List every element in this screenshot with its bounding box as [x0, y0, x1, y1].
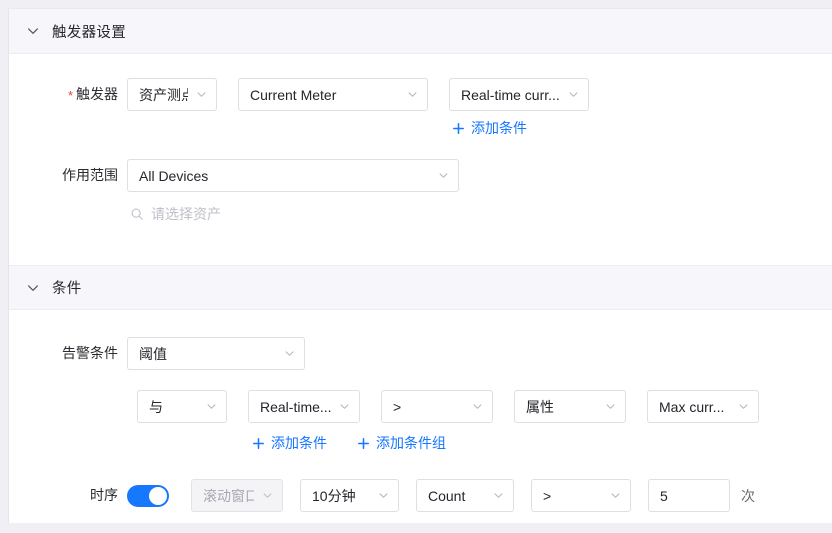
- condition-logic-select[interactable]: 与: [137, 390, 227, 423]
- section-title-condition: 条件: [52, 281, 82, 297]
- chevron-down-icon[interactable]: [26, 24, 40, 38]
- timing-window-size-select[interactable]: 10分钟: [300, 479, 399, 512]
- chevron-down-icon[interactable]: [26, 281, 40, 295]
- section-body-trigger: *触发器 资产测点 Current Meter Real-time curr..…: [9, 54, 832, 265]
- trigger-fields: 资产测点 Current Meter Real-time curr...: [127, 78, 589, 111]
- condition-metric-value: Real-time...: [260, 398, 331, 415]
- timing-toggle-knob: [149, 486, 167, 505]
- plus-icon: [358, 437, 369, 449]
- condition-add-group-label: 添加条件组: [376, 435, 446, 451]
- alarm-condition-fields: 阈值: [127, 337, 305, 370]
- alarm-condition-type-value: 阈值: [139, 345, 167, 362]
- alarm-condition-type-select[interactable]: 阈值: [127, 337, 305, 370]
- timing-threshold-input[interactable]: [648, 479, 730, 512]
- section-header-trigger[interactable]: 触发器设置: [9, 9, 832, 54]
- condition-operator-value: >: [393, 398, 402, 415]
- timing-fields: 滚动窗口 10分钟 Count > 5 次: [127, 479, 755, 512]
- timing-window-size-value: 10分钟: [312, 487, 356, 504]
- asset-search-placeholder: 请选择资产: [151, 206, 221, 222]
- trigger-add-condition-row: 添加条件: [9, 112, 832, 135]
- section-title-trigger: 触发器设置: [52, 24, 126, 41]
- chevron-down-icon: [285, 351, 294, 356]
- chevron-down-icon: [439, 173, 448, 178]
- condition-target-type-select[interactable]: 属性: [514, 390, 626, 423]
- chevron-down-icon: [197, 92, 206, 97]
- chevron-down-icon: [379, 493, 388, 498]
- section-header-condition[interactable]: 条件: [9, 265, 832, 310]
- chevron-down-icon: [494, 493, 503, 498]
- condition-add-condition-label: 添加条件: [271, 435, 327, 451]
- condition-metric-select[interactable]: Real-time...: [248, 390, 360, 423]
- trigger-metric-value: Real-time curr...: [461, 86, 560, 103]
- trigger-label-text: 触发器: [76, 86, 118, 102]
- required-asterisk: *: [67, 88, 73, 103]
- timing-window-type-value: 滚动窗口: [203, 487, 254, 504]
- chevron-down-icon: [207, 404, 216, 409]
- scope-label: 作用范围: [62, 167, 118, 183]
- condition-add-fields: 添加条件 添加条件组: [127, 436, 446, 450]
- alarm-condition-label: 告警条件: [62, 345, 118, 361]
- scope-fields: All Devices 请选择资产: [127, 159, 459, 227]
- condition-rule-row: 与 Real-time... > 属性 Max curr...: [9, 370, 832, 423]
- asset-search-field[interactable]: 请选择资产: [130, 201, 221, 227]
- condition-operator-select[interactable]: >: [381, 390, 493, 423]
- chevron-down-icon: [340, 404, 349, 409]
- trigger-add-condition-button[interactable]: 添加条件: [452, 121, 527, 135]
- alarm-condition-row: 告警条件 阈值: [9, 310, 832, 370]
- timing-operator-select[interactable]: >: [531, 479, 631, 512]
- timing-row: 时序 滚动窗口 10分钟 Count > 5 次: [9, 450, 832, 512]
- condition-target-value-value: Max curr...: [659, 398, 725, 415]
- condition-add-condition-button[interactable]: 添加条件: [252, 436, 327, 450]
- search-icon: [131, 208, 143, 220]
- condition-logic-value: 与: [149, 398, 163, 415]
- chevron-down-icon: [263, 493, 272, 498]
- trigger-metric-select[interactable]: Real-time curr...: [449, 78, 589, 111]
- timing-label: 时序: [90, 487, 118, 503]
- trigger-add-condition-label: 添加条件: [471, 120, 527, 136]
- trigger-add-condition-fields: 添加条件: [127, 121, 527, 135]
- chevron-down-icon: [408, 92, 417, 97]
- chevron-down-icon: [569, 92, 578, 97]
- scope-row: 作用范围 All Devices 请选择资产: [9, 135, 832, 227]
- timing-toggle[interactable]: [127, 484, 169, 507]
- scope-value: All Devices: [139, 167, 209, 184]
- trigger-label: * 触发器: [9, 78, 127, 112]
- plus-icon: [453, 122, 464, 134]
- condition-add-group-button[interactable]: 添加条件组: [357, 436, 446, 450]
- condition-add-row: 添加条件 添加条件组: [9, 423, 832, 450]
- timing-aggregation-select[interactable]: Count: [416, 479, 514, 512]
- trigger-row: *触发器 资产测点 Current Meter Real-time curr..…: [9, 54, 832, 112]
- chevron-down-icon: [739, 404, 748, 409]
- trigger-asset-value: Current Meter: [250, 86, 337, 103]
- trigger-asset-select[interactable]: Current Meter: [238, 78, 428, 111]
- condition-target-value-select[interactable]: Max curr...: [647, 390, 759, 423]
- timing-window-type-select[interactable]: 滚动窗口: [191, 479, 283, 512]
- chevron-down-icon: [611, 493, 620, 498]
- trigger-section-spacer: [9, 227, 832, 265]
- timing-operator-value: >: [543, 487, 552, 504]
- plus-icon: [253, 437, 264, 449]
- scope-select[interactable]: All Devices: [127, 159, 459, 192]
- trigger-source-type-value: 资产测点: [139, 86, 188, 103]
- condition-target-type-value: 属性: [526, 398, 554, 415]
- chevron-down-icon: [606, 404, 615, 409]
- timing-threshold-unit: 次: [741, 487, 755, 504]
- condition-rule-fields: 与 Real-time... > 属性 Max curr...: [127, 390, 759, 423]
- settings-panel: 触发器设置 *触发器 资产测点 Current Meter: [8, 8, 832, 523]
- trigger-source-type-select[interactable]: 资产测点: [127, 78, 217, 111]
- section-body-condition: 告警条件 阈值 与 Real-time... > 属性 Max curr... …: [9, 310, 832, 512]
- chevron-down-icon: [473, 404, 482, 409]
- timing-aggregation-value: Count: [428, 487, 466, 504]
